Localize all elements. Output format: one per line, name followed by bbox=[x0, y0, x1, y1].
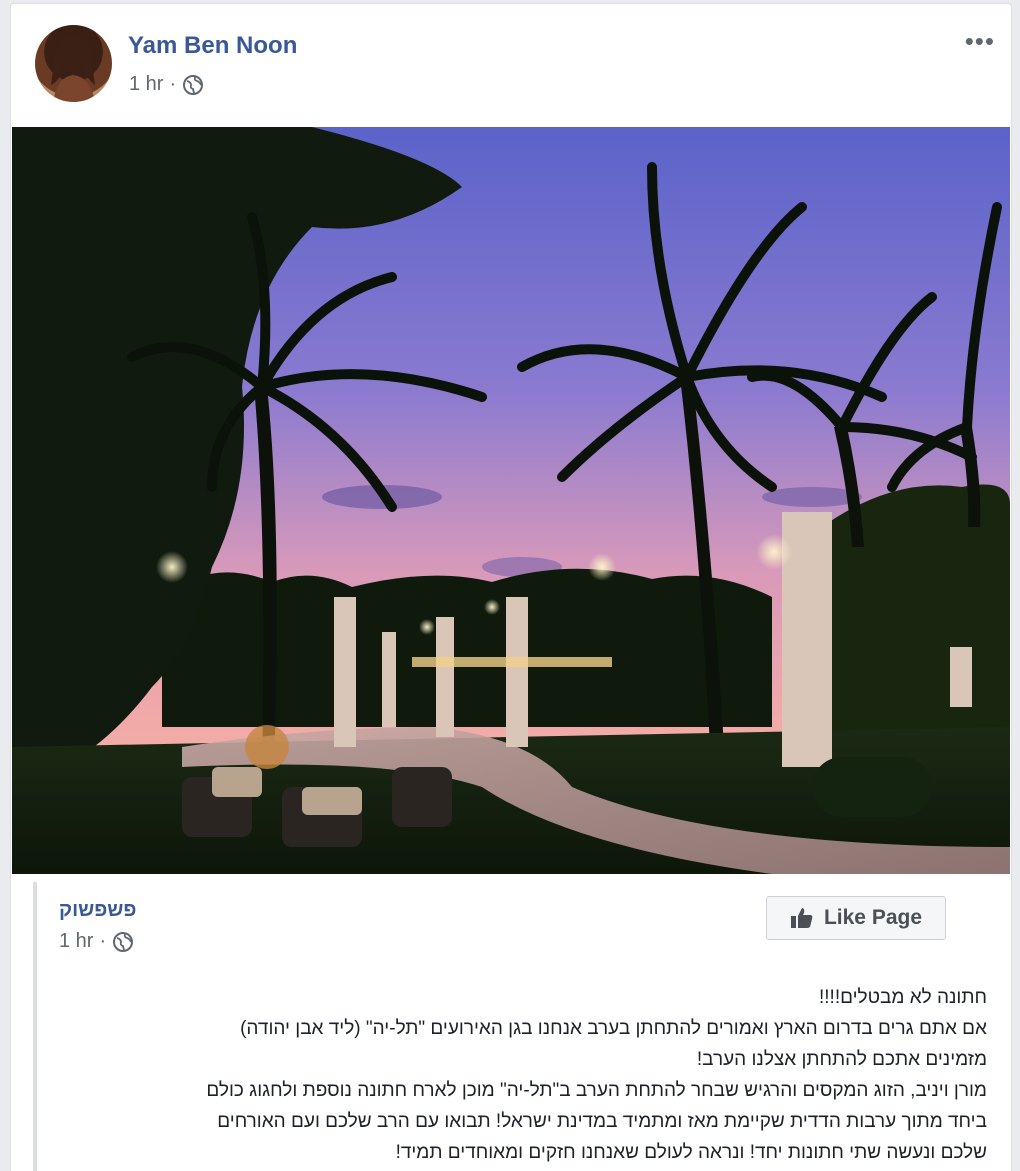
shared-page-name[interactable]: פשפשוק bbox=[59, 899, 136, 922]
shared-meta-separator: · bbox=[99, 930, 107, 952]
facebook-post: Yam Ben Noon 1 hr · ••• פשפשוק 1 hr · Li… bbox=[10, 3, 1012, 1171]
like-page-button[interactable]: Like Page bbox=[766, 896, 946, 940]
post-text-line: מורן ויניב, הזוג המקסים והרגיש שבחר להתח… bbox=[206, 1080, 987, 1101]
more-options-icon[interactable]: ••• bbox=[965, 26, 995, 57]
post-text-line: מזמינים אתכם להתחתן אצלנו הערב! bbox=[696, 1049, 987, 1070]
meta-separator: · bbox=[169, 73, 177, 95]
shared-post-meta: 1 hr · bbox=[59, 930, 134, 953]
author-name[interactable]: Yam Ben Noon bbox=[128, 32, 297, 60]
globe-icon[interactable] bbox=[182, 74, 204, 96]
post-photo[interactable] bbox=[12, 127, 1010, 874]
post-text-line: ביחד מתוך ערבות הדדית שקיימת מאז ומתמיד … bbox=[217, 1111, 987, 1132]
shared-post-text: חתונה לא מבטלים!!!! אם אתם גרים בדרום הא… bbox=[67, 982, 987, 1168]
shared-post: פשפשוק 1 hr · Like Page חתונה לא מבטלים!… bbox=[33, 882, 1011, 1171]
post-time[interactable]: 1 hr bbox=[129, 73, 163, 96]
post-text-line: אם אתם גרים בדרום הארץ ואמורים להתחתן בע… bbox=[240, 1018, 987, 1039]
globe-icon[interactable] bbox=[112, 931, 134, 953]
author-avatar[interactable] bbox=[35, 25, 112, 102]
post-meta: 1 hr · bbox=[129, 73, 204, 96]
like-page-label: Like Page bbox=[823, 906, 923, 929]
post-text-line: חתונה לא מבטלים!!!! bbox=[818, 987, 987, 1008]
shared-post-time[interactable]: 1 hr bbox=[59, 930, 93, 953]
post-text-line: שלכם ונעשה שתי חתונות יחד! ונראה לעולם ש… bbox=[395, 1142, 987, 1163]
thumbs-up-icon bbox=[790, 908, 813, 928]
